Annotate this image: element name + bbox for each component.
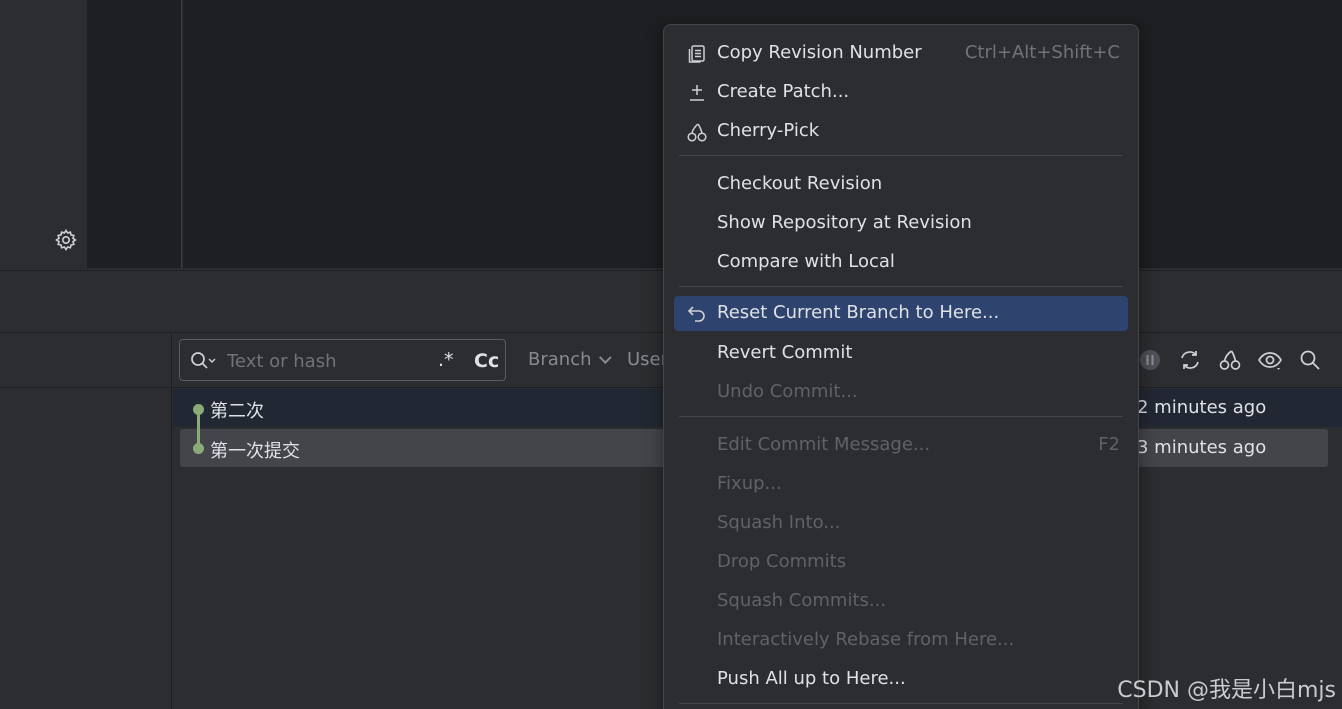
menu-item-undo-commit: Undo Commit... (674, 376, 1128, 409)
search-icon[interactable] (1297, 347, 1323, 373)
copy-icon (686, 43, 708, 65)
chevron-down-icon (598, 351, 612, 365)
menu-item-drop-commits: Drop Commits (674, 546, 1128, 579)
menu-item-create-patch[interactable]: Create Patch... (674, 76, 1128, 109)
menu-item-label: Show Repository at Revision (717, 212, 972, 233)
menu-item-label: Squash Into... (717, 512, 841, 533)
log-toolbar (1137, 347, 1323, 373)
menu-item-shortcut: Ctrl+Alt+Shift+C (964, 42, 1120, 63)
menu-separator (679, 416, 1123, 417)
commit-graph-node (193, 404, 204, 415)
commit-graph-node (193, 443, 204, 454)
menu-item-reset-current-branch[interactable]: Reset Current Branch to Here... (674, 296, 1128, 331)
menu-item-push-all-up-to-here[interactable]: Push All up to Here... (674, 663, 1128, 696)
menu-item-label: Interactively Rebase from Here... (717, 629, 1015, 650)
menu-separator (679, 286, 1123, 287)
menu-item-label: Edit Commit Message... (717, 434, 931, 455)
menu-item-label: Compare with Local (717, 251, 895, 272)
branch-filter[interactable]: Branch (528, 349, 612, 370)
menu-item-interactive-rebase: Interactively Rebase from Here... (674, 624, 1128, 657)
menu-item-edit-commit-message: Edit Commit Message... F2 (674, 429, 1128, 462)
user-filter[interactable]: User (627, 349, 668, 370)
commit-message: 第二次 (210, 401, 264, 422)
menu-item-label: Fixup... (717, 473, 782, 494)
branch-filter-label: Branch (528, 349, 592, 370)
menu-item-shortcut: F2 (1098, 434, 1120, 455)
menu-item-copy-revision-number[interactable]: Copy Revision Number Ctrl+Alt+Shift+C (674, 37, 1128, 70)
menu-separator (679, 703, 1123, 704)
menu-item-squash-into: Squash Into... (674, 507, 1128, 540)
divider (0, 387, 171, 388)
menu-item-label: Squash Commits... (717, 590, 887, 611)
regex-toggle[interactable]: .* (438, 349, 454, 371)
search-placeholder: Text or hash (227, 351, 337, 372)
menu-item-cherry-pick[interactable]: Cherry-Pick (674, 115, 1128, 148)
menu-item-label: Copy Revision Number (717, 42, 922, 63)
commit-time: 3 minutes ago (1137, 437, 1267, 458)
match-case-toggle[interactable]: Cc (474, 350, 499, 372)
menu-item-label: Create Patch... (717, 81, 850, 102)
project-gutter (87, 0, 182, 268)
search-options-icon[interactable] (190, 351, 216, 375)
menu-item-label: Reset Current Branch to Here... (717, 302, 1000, 323)
eye-icon[interactable] (1257, 347, 1283, 373)
branches-panel (0, 332, 172, 709)
menu-item-compare-with-local[interactable]: Compare with Local (674, 246, 1128, 279)
refresh-icon[interactable] (1177, 347, 1203, 373)
patch-icon (686, 82, 708, 104)
menu-item-squash-commits: Squash Commits... (674, 585, 1128, 618)
menu-item-label: Drop Commits (717, 551, 847, 572)
user-filter-label: User (627, 349, 669, 370)
pause-icon[interactable] (1137, 347, 1163, 373)
watermark: CSDN @我是小白mjs (1117, 678, 1336, 703)
search-input[interactable]: Text or hash .* Cc (179, 339, 506, 381)
cherry-icon (686, 121, 708, 143)
menu-item-label: Undo Commit... (717, 381, 858, 402)
undo-icon (686, 302, 708, 324)
menu-item-fixup: Fixup... (674, 468, 1128, 501)
menu-item-label: Checkout Revision (717, 173, 883, 194)
commit-context-menu: Copy Revision Number Ctrl+Alt+Shift+C Cr… (663, 24, 1139, 709)
commit-time: 2 minutes ago (1137, 397, 1267, 418)
commit-message: 第一次提交 (210, 441, 300, 462)
cherry-pick-icon[interactable] (1217, 347, 1243, 373)
menu-item-label: Push All up to Here... (717, 668, 906, 689)
menu-item-revert-commit[interactable]: Revert Commit (674, 337, 1128, 370)
menu-item-label: Revert Commit (717, 342, 853, 363)
menu-item-show-repository[interactable]: Show Repository at Revision (674, 207, 1128, 240)
menu-separator (679, 155, 1123, 156)
gear-icon[interactable] (54, 228, 78, 252)
menu-item-checkout-revision[interactable]: Checkout Revision (674, 168, 1128, 201)
menu-item-label: Cherry-Pick (717, 120, 820, 141)
